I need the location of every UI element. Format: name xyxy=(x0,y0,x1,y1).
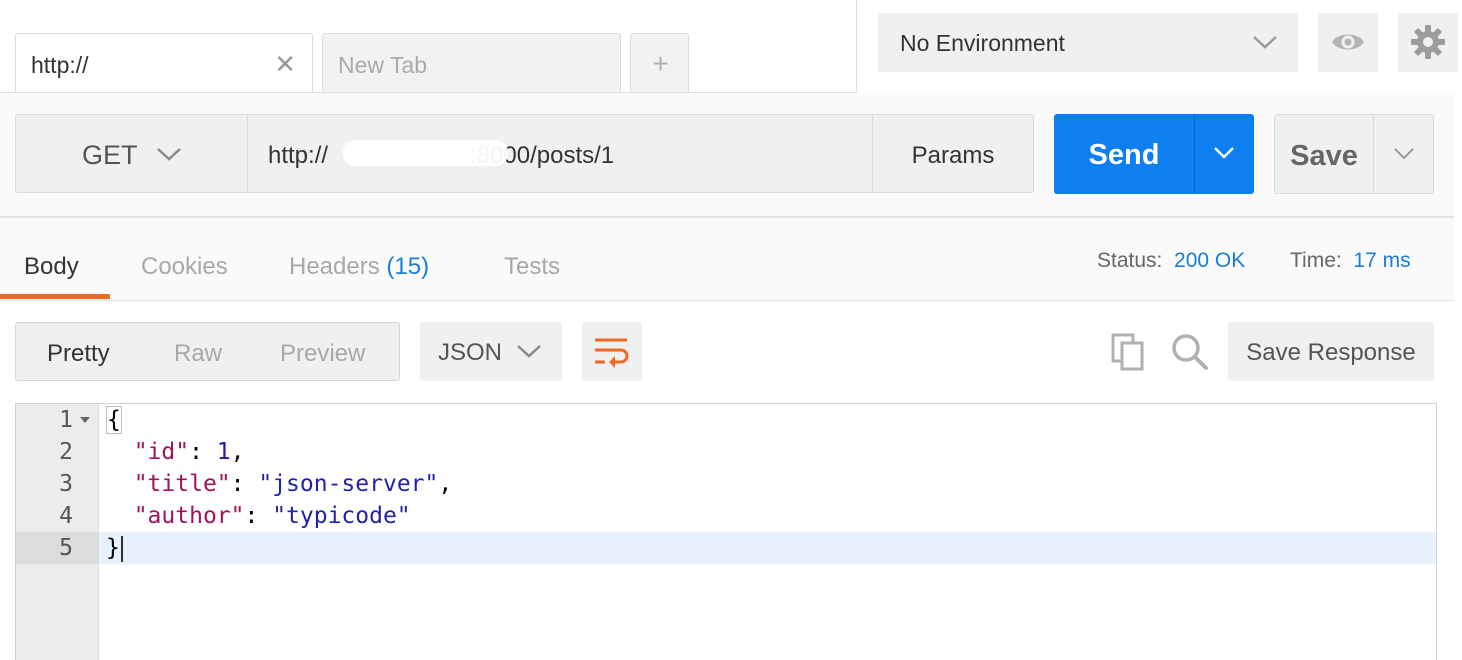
format-pretty[interactable]: Pretty xyxy=(47,340,110,368)
chevron-down-icon xyxy=(1253,36,1277,49)
code-line: 2 "id": 1, xyxy=(16,436,1436,468)
send-options-button[interactable] xyxy=(1194,114,1254,194)
chevron-down-icon xyxy=(157,148,181,161)
code-text: } xyxy=(106,535,123,562)
request-bar: GET http://:8000/posts/1 Params Send Sav… xyxy=(0,93,1454,218)
chevron-down-icon xyxy=(1214,147,1234,159)
code-line: 3 "title": "json-server", xyxy=(16,468,1436,500)
format-preview[interactable]: Preview xyxy=(280,340,365,368)
new-tab-label: New Tab xyxy=(338,52,428,78)
chevron-down-icon xyxy=(517,345,541,358)
format-raw[interactable]: Raw xyxy=(174,340,222,368)
save-label: Save xyxy=(1290,140,1358,172)
code-text: "author": "typicode" xyxy=(133,503,411,529)
redacted-region xyxy=(343,140,508,166)
save-options-button[interactable] xyxy=(1373,114,1434,194)
method-label: GET xyxy=(82,140,138,170)
eye-icon xyxy=(1332,34,1364,50)
format-toggle-group: Pretty Raw Preview xyxy=(15,322,400,381)
add-tab-button[interactable]: + xyxy=(630,33,689,93)
time-readout: Time: 17 ms xyxy=(1290,249,1411,272)
chevron-down-icon xyxy=(1394,148,1414,160)
fold-arrow-icon[interactable] xyxy=(80,417,90,423)
tab-body[interactable]: Body xyxy=(24,253,79,281)
code-text: "title": "json-server", xyxy=(133,471,453,497)
line-number: 5 xyxy=(59,535,73,561)
method-select[interactable]: GET xyxy=(15,114,248,193)
code-text: "id": 1, xyxy=(133,439,245,465)
line-number: 1 xyxy=(59,407,73,433)
line-number: 3 xyxy=(59,471,73,497)
active-tab-indicator xyxy=(0,294,110,299)
status-readout: Status: 200 OK xyxy=(1097,249,1246,272)
tab-bar: http:// ✕ New Tab + No Environment xyxy=(0,0,1462,94)
request-tab-active[interactable]: http:// ✕ xyxy=(15,33,313,94)
gear-icon xyxy=(1411,25,1445,59)
request-tab-new[interactable]: New Tab xyxy=(322,33,621,93)
response-tabs: Body Cookies Headers (15) Tests Status: … xyxy=(0,218,1454,301)
line-number: 2 xyxy=(59,439,73,465)
language-label: JSON xyxy=(438,339,503,366)
save-button[interactable]: Save xyxy=(1274,114,1374,194)
send-label: Send xyxy=(1088,139,1160,171)
tab-headers[interactable]: Headers (15) xyxy=(289,253,429,281)
environment-quick-look-button[interactable] xyxy=(1318,13,1378,72)
redacted-region xyxy=(116,54,196,74)
divider xyxy=(856,0,857,93)
params-button[interactable]: Params xyxy=(872,114,1034,193)
language-select[interactable]: JSON xyxy=(420,322,562,381)
close-tab-icon[interactable]: ✕ xyxy=(274,49,296,80)
line-number: 4 xyxy=(59,503,73,529)
status-value: 200 OK xyxy=(1174,249,1246,272)
headers-count: (15) xyxy=(386,253,430,280)
send-button[interactable]: Send xyxy=(1054,114,1194,194)
url-input[interactable]: http://:8000/posts/1 xyxy=(247,114,873,193)
wrap-lines-button[interactable] xyxy=(582,322,642,381)
save-response-label: Save Response xyxy=(1246,339,1416,366)
params-label: Params xyxy=(911,142,995,169)
tab-cookies[interactable]: Cookies xyxy=(141,253,228,281)
search-icon[interactable] xyxy=(1170,332,1210,372)
response-body-editor[interactable]: 1 { 2 "id": 1, 3 "title": "json-server",… xyxy=(15,403,1437,660)
environment-select[interactable]: No Environment xyxy=(878,13,1298,72)
settings-button[interactable] xyxy=(1398,13,1458,72)
time-value: 17 ms xyxy=(1353,249,1411,272)
wrap-lines-icon xyxy=(595,338,629,368)
code-text: { xyxy=(106,406,122,434)
code-line: 1 { xyxy=(16,404,1436,436)
code-line: 4 "author": "typicode" xyxy=(16,500,1436,532)
request-tab-label: http:// xyxy=(31,52,89,78)
copy-icon[interactable] xyxy=(1110,332,1148,372)
plus-icon: + xyxy=(652,48,669,79)
environment-label: No Environment xyxy=(900,30,1065,56)
text-cursor xyxy=(120,535,123,562)
tab-tests[interactable]: Tests xyxy=(504,253,560,281)
code-line-current: 5 } xyxy=(16,532,1436,564)
save-response-button[interactable]: Save Response xyxy=(1228,322,1434,381)
